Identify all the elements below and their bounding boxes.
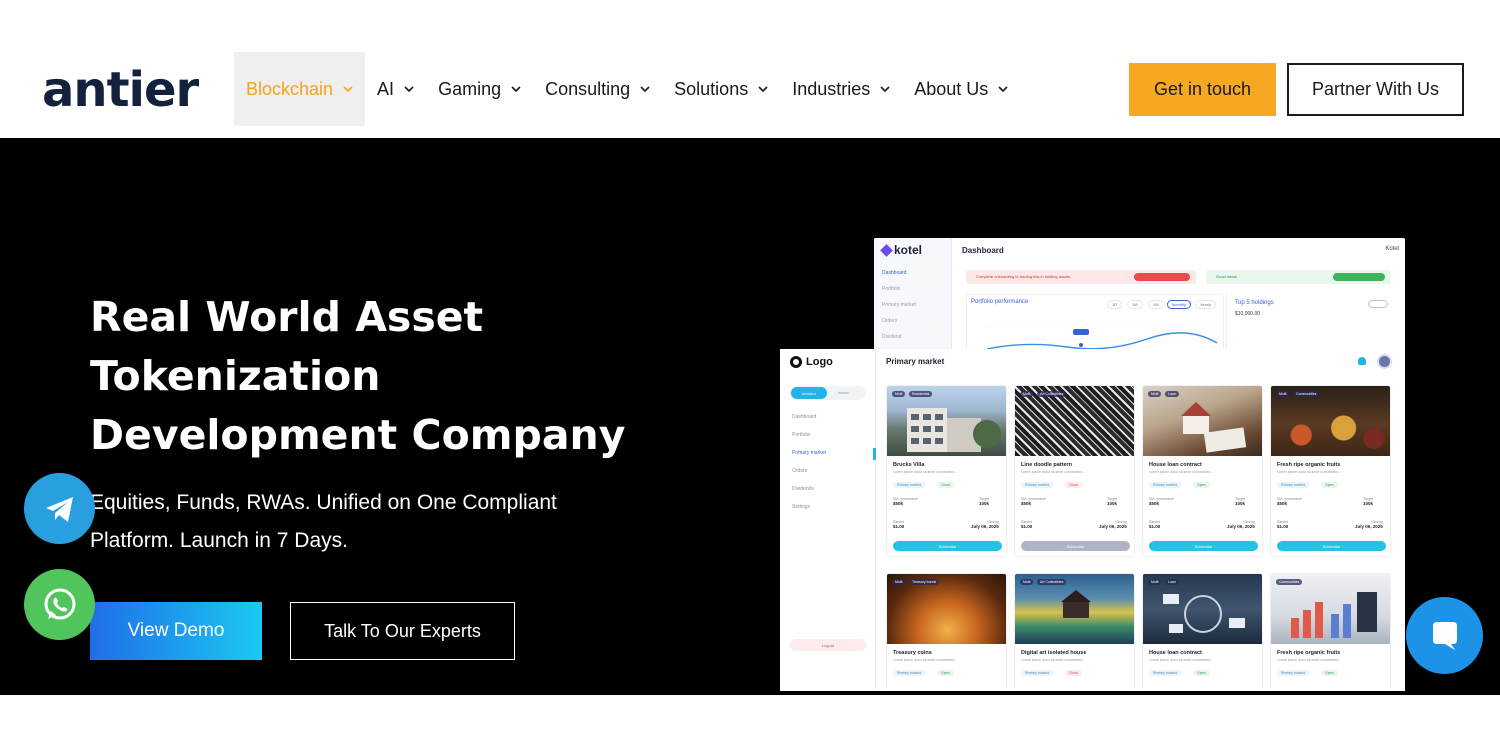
- nav-item-label: About Us: [914, 78, 989, 99]
- mockup-sidebar: kotel Dashboard Portfolio Primary market…: [874, 238, 952, 350]
- nav-item-label: Solutions: [674, 78, 749, 99]
- nav-item-about-us[interactable]: About Us: [902, 52, 1020, 126]
- mockup-corner-brand: Kotel: [1385, 246, 1399, 252]
- chevron-down-icon: [880, 84, 890, 94]
- hero-subtitle: Equities, Funds, RWAs. Unified on One Co…: [90, 484, 610, 560]
- nav-item-label: Gaming: [438, 78, 502, 99]
- svg-text:antier: antier: [42, 68, 200, 114]
- mockup-market-menu-item: Dashboard: [792, 414, 817, 420]
- asset-card: Multi Residential Brucks Villa Lorem ipsu…: [886, 385, 1007, 557]
- hero-title-line: Real World Asset: [90, 293, 484, 341]
- chevron-down-icon: [640, 84, 650, 94]
- nav-item-ai[interactable]: AI: [365, 52, 426, 126]
- hero-title-line: Tokenization: [90, 352, 381, 400]
- chevron-down-icon: [511, 84, 521, 94]
- mockup-top-holdings: Top 5 holdings $10,000.00: [1226, 294, 1396, 350]
- mockup-dashboard-title: Dashboard: [962, 246, 1004, 255]
- mockup-logo: Logo: [790, 356, 833, 368]
- nav-item-consulting[interactable]: Consulting: [533, 52, 662, 126]
- nav-item-label: Industries: [792, 78, 871, 99]
- nav-item-industries[interactable]: Industries: [780, 52, 902, 126]
- asset-card: Multi Loan House loan contract Lorem ipsu…: [1142, 573, 1263, 691]
- nav-item-label: AI: [377, 78, 395, 99]
- telegram-icon[interactable]: [24, 473, 95, 544]
- mockup-market-header: Primary market: [886, 357, 945, 366]
- mockup-sidebar-item: Dashboard: [882, 270, 907, 276]
- mockup-market-menu-item: Primary market: [792, 450, 826, 456]
- nav-item-label: Blockchain: [246, 78, 334, 99]
- chevron-down-icon: [998, 84, 1008, 94]
- main-nav: Blockchain AI Gaming Consulting Solution…: [234, 52, 1020, 126]
- hero-title-line: Development Company: [90, 411, 626, 459]
- mockup-portfolio-card: Portfolio performance 1D 1W 1M Monthly Y…: [966, 294, 1224, 350]
- chevron-down-icon: [343, 84, 353, 94]
- antier-logo[interactable]: antier: [42, 62, 224, 118]
- chevron-down-icon: [404, 84, 414, 94]
- hero-subtitle-line: Platform. Launch in 7 Days.: [90, 529, 348, 552]
- mockup-sidebar-item: Orders: [882, 318, 898, 324]
- partner-with-us-button[interactable]: Partner With Us: [1287, 63, 1464, 116]
- asset-card: Commodities Fresh ripe organic fruits Lo…: [1270, 573, 1391, 691]
- nav-item-solutions[interactable]: Solutions: [662, 52, 780, 126]
- mockup-role-toggle: Investor Issuer: [790, 386, 866, 400]
- asset-card: Multi Commodities Fresh ripe organic frui…: [1270, 385, 1391, 557]
- asset-card: Multi Loan House loan contract Lorem ipsu…: [1142, 385, 1263, 557]
- mockup-sidebar-item: Dividend: [882, 334, 902, 340]
- kotel-logo: kotel: [880, 243, 922, 257]
- asset-card: Multi Treasury bonds Treasury coins Lorem…: [886, 573, 1007, 691]
- page: antier Blockchain AI Gaming Consulting S…: [0, 0, 1500, 750]
- marketplace-mockup-image: Logo Investor Issuer Dashboard Portfolio…: [780, 349, 1405, 691]
- mockup-logout: Logout: [790, 639, 866, 651]
- hero-title: Real World Asset Tokenization Developmen…: [90, 288, 650, 465]
- top-navbar: antier Blockchain AI Gaming Consulting S…: [0, 40, 1500, 138]
- dashboard-mockup-image: kotel Dashboard Portfolio Primary market…: [874, 238, 1405, 350]
- mockup-sidebar-item: Portfolio: [882, 286, 901, 292]
- mockup-alert-red: Complete onboarding to trading this in h…: [966, 270, 1196, 284]
- whatsapp-icon[interactable]: [24, 569, 95, 640]
- hero-subtitle-line: Equities, Funds, RWAs. Unified on One Co…: [90, 491, 557, 514]
- chevron-down-icon: [758, 84, 768, 94]
- mockup-market-menu-item: Dividends: [792, 486, 814, 492]
- mockup-market-menu-item: Portfolio: [792, 432, 811, 438]
- get-in-touch-button[interactable]: Get in touch: [1129, 63, 1276, 116]
- asset-card: Multi Art Collectibles Line doodle patter…: [1014, 385, 1135, 557]
- view-demo-button[interactable]: View Demo: [90, 602, 262, 660]
- nav-item-label: Consulting: [545, 78, 631, 99]
- bell-icon: [1358, 357, 1366, 365]
- mockup-alert-green: Good news!: [1206, 270, 1391, 284]
- avatar: [1377, 354, 1392, 369]
- mockup-market-menu-item: Settings: [792, 504, 811, 510]
- asset-card: Multi Art Collectibles Digital art isolat…: [1014, 573, 1135, 691]
- nav-item-gaming[interactable]: Gaming: [426, 52, 533, 126]
- mockup-sidebar-item: Primary market: [882, 302, 916, 308]
- nav-item-blockchain[interactable]: Blockchain: [234, 52, 366, 126]
- mockup-market-menu-item: Orders: [792, 468, 808, 474]
- mockup-market-sidebar: Logo Investor Issuer Dashboard Portfolio…: [780, 349, 876, 691]
- talk-to-experts-button[interactable]: Talk To Our Experts: [290, 602, 515, 660]
- chat-bubble-icon[interactable]: [1406, 597, 1483, 674]
